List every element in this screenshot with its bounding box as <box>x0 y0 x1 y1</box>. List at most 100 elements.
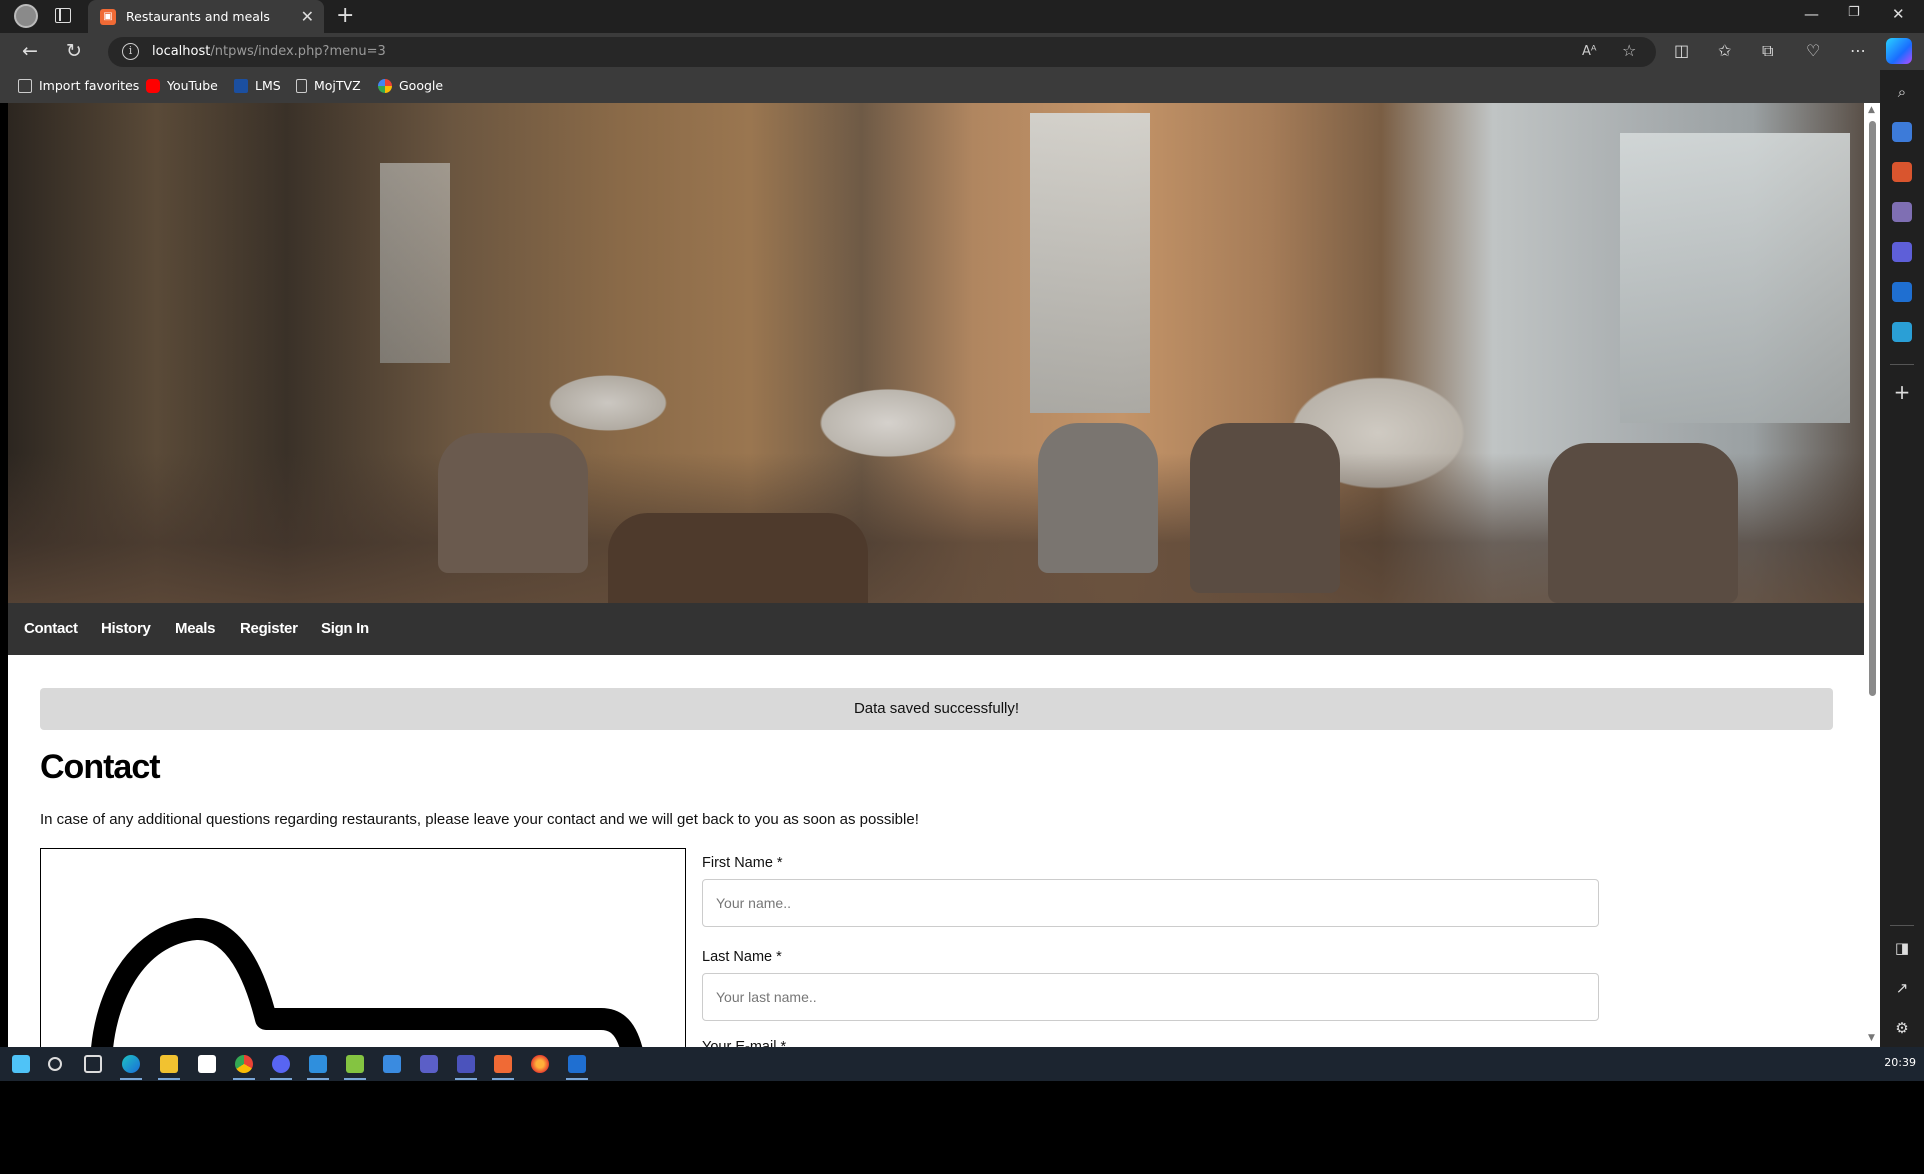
hero-window <box>380 163 450 363</box>
edge-browser-icon[interactable] <box>122 1055 140 1073</box>
add-icon[interactable]: + <box>1892 382 1912 402</box>
browser-tab-active[interactable]: ▣ Restaurants and meals ✕ <box>88 0 324 33</box>
open-app-indicator <box>158 1078 180 1080</box>
import-icon <box>18 78 32 93</box>
games-icon[interactable] <box>1892 202 1912 222</box>
open-app-indicator <box>455 1078 477 1080</box>
teams-icon[interactable] <box>420 1055 438 1073</box>
address-bar[interactable]: i localhost/ntpws/index.php?menu=3 Aᴬ ☆ <box>108 37 1656 67</box>
discord-icon[interactable] <box>272 1055 290 1073</box>
site-info-icon[interactable]: i <box>122 43 139 60</box>
map-embed[interactable] <box>40 848 686 1047</box>
active-app-indicator <box>120 1078 142 1080</box>
outlook-icon[interactable] <box>1892 282 1912 302</box>
shopping-tag-icon[interactable] <box>1892 122 1912 142</box>
page-scrollbar[interactable]: ▲ ▼ <box>1864 103 1880 1047</box>
browser-title-bar: ▣ Restaurants and meals ✕ + — ❐ ✕ <box>0 0 1924 33</box>
copilot-icon[interactable] <box>1886 38 1912 64</box>
notepad-icon[interactable] <box>346 1055 364 1073</box>
tools-icon[interactable] <box>1892 162 1912 182</box>
profile-avatar[interactable] <box>14 4 38 28</box>
favorites-bar: Import favorites YouTube LMS MojTVZ Goog… <box>0 70 1924 103</box>
restaurant-hero-image <box>8 103 1864 613</box>
scroll-up-icon[interactable]: ▲ <box>1868 105 1875 115</box>
browser-toolbar: ← ↻ i localhost/ntpws/index.php?menu=3 A… <box>0 33 1924 70</box>
file-explorer-icon[interactable] <box>160 1055 178 1073</box>
page-title: Contact <box>40 748 161 786</box>
scroll-down-icon[interactable]: ▼ <box>1868 1033 1875 1043</box>
last-name-input[interactable] <box>702 973 1599 1021</box>
favorite-mojtvz[interactable]: MojTVZ <box>296 78 361 93</box>
open-app-indicator <box>492 1078 514 1080</box>
favorites-icon[interactable]: ✩ <box>1718 41 1731 60</box>
first-name-label: First Name * <box>702 855 783 871</box>
taskbar-clock[interactable]: 20:39 <box>1884 1056 1916 1069</box>
favorite-youtube[interactable]: YouTube <box>146 78 218 93</box>
favorite-import[interactable]: Import favorites <box>18 78 139 93</box>
microsoft-365-icon[interactable] <box>1892 242 1912 262</box>
nav-link-contact[interactable]: Contact <box>24 620 78 637</box>
map-pin-icon <box>91 918 643 1047</box>
chrome-icon[interactable] <box>235 1055 253 1073</box>
last-name-label: Last Name * <box>702 949 782 965</box>
mail-icon[interactable] <box>383 1055 401 1073</box>
refresh-icon[interactable]: ↻ <box>66 40 82 62</box>
open-app-indicator <box>270 1078 292 1080</box>
sidebar-divider <box>1890 925 1914 926</box>
hero-chair <box>608 513 868 613</box>
site-favicon-icon: ▣ <box>100 8 116 25</box>
split-screen-icon[interactable]: ◫ <box>1674 41 1689 60</box>
outlook-icon[interactable] <box>568 1055 586 1073</box>
settings-gear-icon[interactable]: ⚙ <box>1892 1018 1912 1038</box>
tab-actions-icon[interactable] <box>55 8 71 23</box>
back-arrow-icon[interactable]: ← <box>22 40 38 62</box>
tab-title: Restaurants and meals <box>126 9 270 24</box>
hero-window <box>1620 133 1850 423</box>
favorite-label: Google <box>399 78 444 93</box>
nav-link-register[interactable]: Register <box>240 620 298 637</box>
favorite-lms[interactable]: LMS <box>234 78 281 93</box>
store-icon[interactable] <box>198 1055 216 1073</box>
favorite-google[interactable]: Google <box>378 78 443 93</box>
desktop-screen: ▣ Restaurants and meals ✕ + — ❐ ✕ ← ↻ i … <box>0 0 1924 1174</box>
nav-link-history[interactable]: History <box>101 620 151 637</box>
browser-essentials-icon[interactable]: ♡ <box>1806 41 1820 60</box>
nav-link-meals[interactable]: Meals <box>175 620 216 637</box>
nav-link-sign-in[interactable]: Sign In <box>321 620 369 637</box>
more-menu-icon[interactable]: ⋯ <box>1850 41 1866 60</box>
lms-icon <box>234 78 248 93</box>
vscode-icon[interactable] <box>309 1055 327 1073</box>
xampp-icon[interactable] <box>494 1055 512 1073</box>
firefox-icon[interactable] <box>531 1055 549 1073</box>
hero-window <box>1030 113 1150 413</box>
scrollbar-thumb[interactable] <box>1869 121 1876 696</box>
close-window-button[interactable]: ✕ <box>1892 5 1905 23</box>
windows-start-icon[interactable] <box>12 1055 30 1073</box>
hero-chair <box>438 433 588 573</box>
email-label: Your E-mail * <box>702 1039 787 1047</box>
hero-chair <box>1190 423 1340 593</box>
minimize-window-button[interactable]: — <box>1804 5 1819 23</box>
url-text[interactable]: localhost/ntpws/index.php?menu=3 <box>152 44 386 59</box>
task-view-icon[interactable] <box>84 1055 102 1073</box>
search-icon[interactable]: ⌕ <box>1892 82 1912 102</box>
search-icon[interactable] <box>48 1057 62 1071</box>
close-tab-icon[interactable]: ✕ <box>301 7 314 26</box>
favorite-star-icon[interactable]: ☆ <box>1622 41 1636 60</box>
web-page: Contact History Meals Register Sign In D… <box>8 103 1872 1047</box>
teams-work-icon[interactable] <box>457 1055 475 1073</box>
open-app-indicator <box>307 1078 329 1080</box>
first-name-input[interactable] <box>702 879 1599 927</box>
new-tab-button[interactable]: + <box>336 3 354 28</box>
read-aloud-icon[interactable]: Aᴬ <box>1582 44 1597 59</box>
site-navigation: Contact History Meals Register Sign In <box>8 603 1864 655</box>
hide-sidebar-icon[interactable]: ◨ <box>1892 938 1912 958</box>
open-external-icon[interactable]: ↗ <box>1892 978 1912 998</box>
open-app-indicator <box>344 1078 366 1080</box>
drop-icon[interactable] <box>1892 322 1912 342</box>
hero-chair <box>1548 443 1738 603</box>
sidebar-divider <box>1890 364 1914 365</box>
restore-window-button[interactable]: ❐ <box>1848 5 1860 20</box>
collections-icon[interactable]: ⧉ <box>1762 41 1773 61</box>
document-icon <box>296 78 307 93</box>
